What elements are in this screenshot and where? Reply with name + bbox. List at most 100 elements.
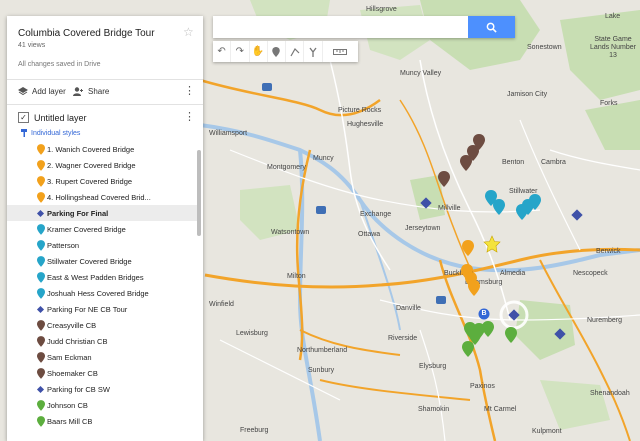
map-label: Freeburg (240, 427, 269, 434)
list-item[interactable]: East & West Padden Bridges (7, 269, 197, 285)
map-label: Mt Carmel (484, 406, 517, 413)
list-item[interactable]: 1. Wanich Covered Bridge (7, 141, 197, 157)
list-item-label: Johnson CB (47, 400, 88, 410)
list-item[interactable]: 3. Rupert Covered Bridge (7, 173, 197, 189)
individual-styles-link[interactable]: Individual styles (21, 129, 80, 137)
map-label: Riverside (388, 335, 418, 342)
hand-icon[interactable]: ✋ (250, 41, 268, 62)
map-pin-icon (37, 352, 45, 363)
map-label: Sonestown (527, 44, 562, 51)
more-options-icon[interactable]: ⋮ (184, 86, 195, 97)
diamond-icon (36, 305, 45, 314)
map-label: Muncy Valley (400, 70, 442, 77)
paint-roller-icon (21, 129, 27, 137)
list-item-label: East & West Padden Bridges (47, 272, 144, 282)
list-item[interactable]: Patterson (7, 237, 197, 253)
map-pin-icon (37, 368, 45, 379)
list-item-label: 2. Wagner Covered Bridge (47, 160, 136, 170)
view-count: 41 views (18, 42, 46, 49)
map-label: Exchange (360, 211, 392, 218)
map-label: Cambra (541, 159, 566, 166)
map-label: Jamison City (507, 91, 548, 98)
map-label: State Game Lands Number 13 (590, 36, 636, 59)
add-person-icon (73, 87, 83, 96)
layer-checkbox[interactable]: ✓ (18, 112, 29, 123)
map-label: Kulpmont (532, 428, 562, 435)
star-icon[interactable]: ☆ (183, 25, 194, 39)
list-item[interactable]: Judd Christian CB (7, 333, 197, 349)
line-icon[interactable] (286, 41, 305, 62)
map-label: Bloomsburg (465, 279, 503, 286)
map-label: Montgomery (267, 164, 306, 171)
map-pin-icon (37, 288, 45, 299)
redo-icon[interactable]: ↷ (231, 41, 250, 62)
ruler-icon[interactable] (323, 41, 358, 62)
list-item-label: Stillwater Covered Bridge (47, 256, 132, 266)
layers-panel: Columbia Covered Bridge Tour ☆ 41 views … (7, 16, 203, 441)
map-label: Jerseytown (405, 225, 441, 232)
layer-header[interactable]: ✓ Untitled layer (18, 112, 87, 123)
list-item[interactable]: Parking for CB SW (7, 381, 197, 397)
map-pin-icon (37, 416, 45, 427)
map-pin-icon (37, 400, 45, 411)
divider (7, 104, 203, 105)
feature-list: 1. Wanich Covered Bridge 2. Wagner Covere… (7, 141, 197, 429)
map-label: Shamokin (418, 406, 450, 413)
map-label: Williamsport (209, 130, 248, 137)
list-item[interactable]: Kramer Covered Bridge (7, 221, 197, 237)
map-title[interactable]: Columbia Covered Bridge Tour (18, 28, 155, 39)
map-toolbar: ↶ ↷ ✋ (213, 41, 358, 62)
map-label: Paxinos (470, 383, 495, 390)
undo-icon[interactable]: ↶ (213, 41, 232, 62)
list-item-label: Shoemaker CB (47, 368, 98, 378)
map-label: Picture Rocks (338, 107, 382, 114)
marker-b-label: B (481, 310, 487, 317)
list-item[interactable]: 4. Hollingshead Covered Brid... (7, 189, 197, 205)
map-label: Stillwater (509, 188, 538, 195)
list-item[interactable]: Creasyville CB (7, 317, 197, 333)
layers-icon (18, 87, 28, 96)
add-layer-button[interactable]: Add layer (18, 87, 66, 96)
list-item[interactable]: 2. Wagner Covered Bridge (7, 157, 197, 173)
map-label: Lewisburg (236, 330, 268, 337)
list-item[interactable]: Parking For NE CB Tour (7, 301, 197, 317)
map-label: Almedia (500, 270, 526, 277)
directions-icon[interactable] (304, 41, 323, 62)
layer-options-icon[interactable]: ⋮ (184, 112, 195, 123)
list-item-label: Judd Christian CB (47, 336, 108, 346)
map-pin-icon (37, 336, 45, 347)
map-label: Nuremberg (587, 317, 623, 324)
divider (7, 79, 203, 80)
map-label: Muncy (313, 155, 334, 162)
list-item[interactable]: Parking For Final (7, 205, 197, 221)
map-label: Elysburg (419, 363, 447, 370)
list-item-label: Parking for CB SW (47, 384, 110, 394)
map-label: Winfield (209, 301, 234, 308)
list-item-label: Parking For Final (47, 208, 109, 218)
list-item-label: Joshuah Hess Covered Bridge (47, 288, 149, 298)
map-label: Hillsgrove (366, 6, 397, 13)
map-pin-icon (37, 176, 45, 187)
list-item[interactable]: Sam Eckman (7, 349, 197, 365)
marker-icon[interactable] (268, 41, 286, 62)
list-item-label: Baars Mill CB (47, 416, 93, 426)
list-item[interactable]: Stillwater Covered Bridge (7, 253, 197, 269)
list-item-label: Parking For NE CB Tour (47, 304, 128, 314)
layer-name[interactable]: Untitled layer (34, 113, 87, 123)
scrollbar[interactable] (197, 150, 201, 236)
search-button[interactable] (468, 16, 515, 38)
share-button[interactable]: Share (73, 87, 109, 96)
map-label: Buckhorn (444, 270, 474, 277)
list-item[interactable]: Shoemaker CB (7, 365, 197, 381)
list-item[interactable]: Baars Mill CB (7, 413, 197, 429)
list-item-label: Kramer Covered Bridge (47, 224, 126, 234)
list-item-label: 4. Hollingshead Covered Brid... (47, 192, 151, 202)
map-label: Lake (605, 13, 621, 20)
map-label: Forks (600, 100, 618, 107)
list-item[interactable]: Johnson CB (7, 397, 197, 413)
map-label: Berwick (596, 248, 621, 255)
list-item[interactable]: Joshuah Hess Covered Bridge (7, 285, 197, 301)
map-label: Watsontown (271, 229, 310, 236)
list-item-label: 3. Rupert Covered Bridge (47, 176, 133, 186)
map-pin-icon (37, 160, 45, 171)
